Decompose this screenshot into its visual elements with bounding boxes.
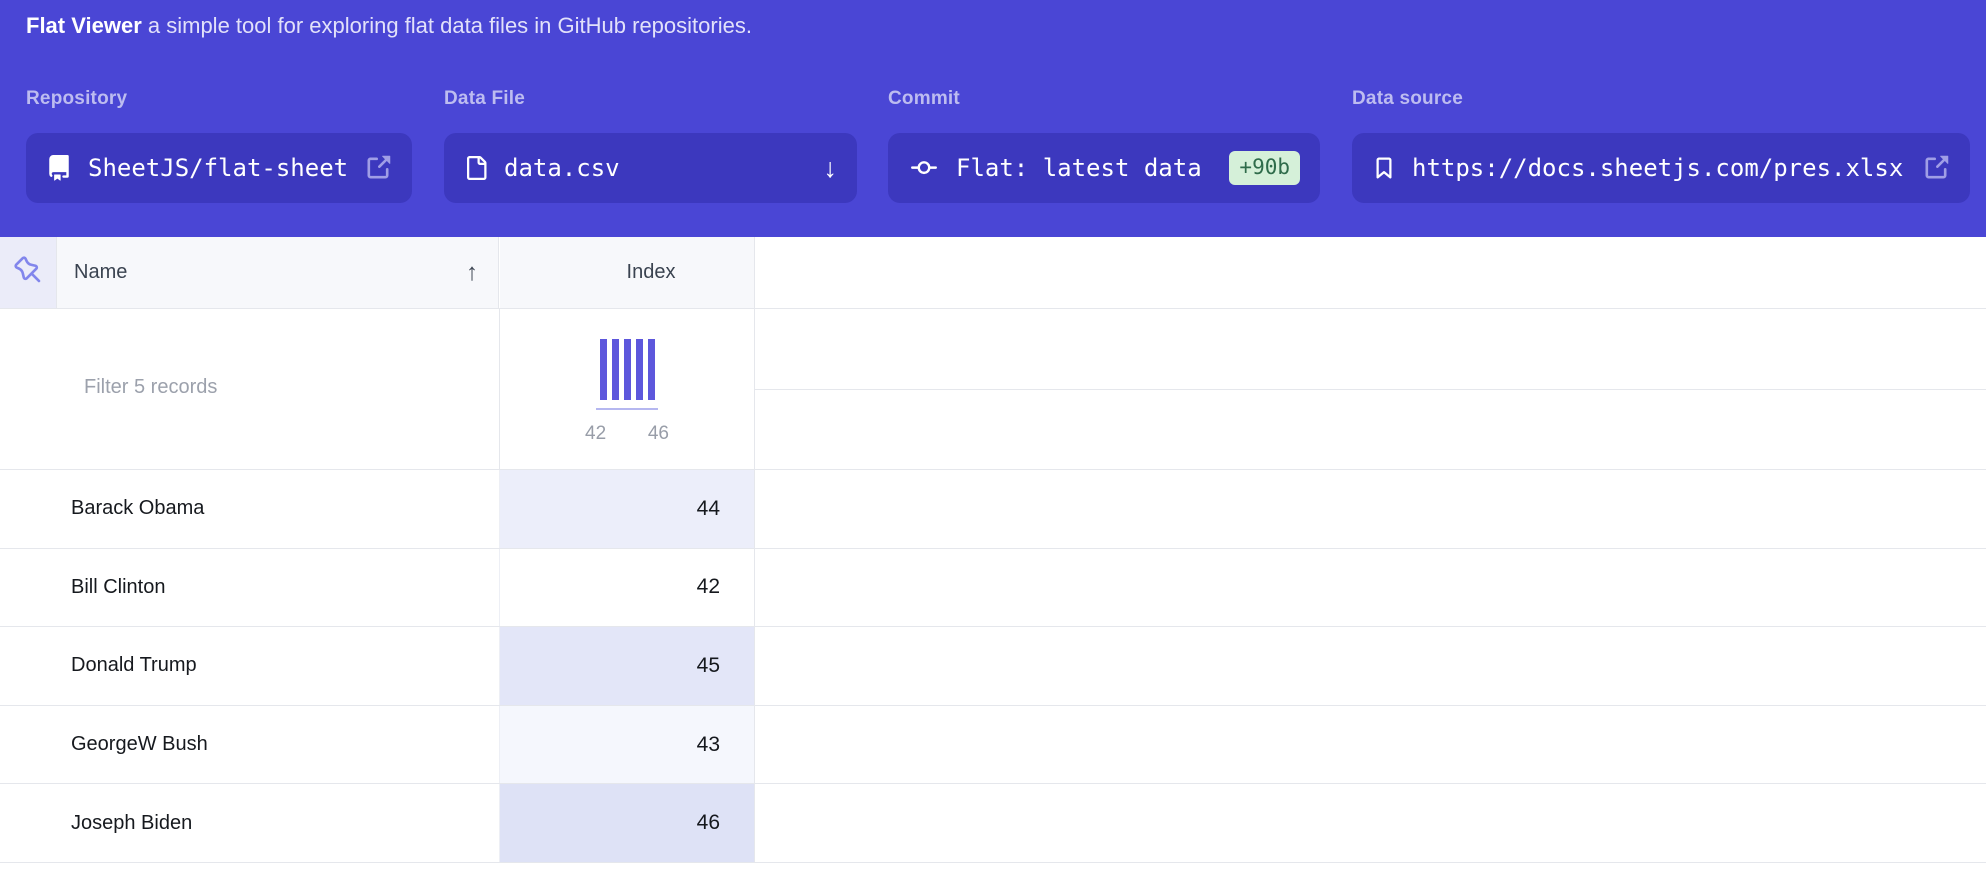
data-source-button[interactable]: https://docs.sheetjs.com/pres.xlsx xyxy=(1352,133,1970,203)
commit-button[interactable]: Flat: latest data +90b xyxy=(888,133,1320,203)
commit-message: Flat: latest data xyxy=(956,154,1202,182)
table-row: Joseph Biden 46 xyxy=(0,784,1986,863)
pushpin-icon xyxy=(14,256,42,289)
index-cell: 43 xyxy=(499,706,755,784)
index-cell: 42 xyxy=(499,549,755,627)
filter-input[interactable] xyxy=(82,365,442,409)
repository-label: Repository xyxy=(26,88,412,110)
table-row: Bill Clinton 42 xyxy=(0,549,1986,628)
repository-control: Repository SheetJS/flat-sheet xyxy=(26,88,412,203)
app-tagline: a simple tool for exploring flat data fi… xyxy=(142,13,752,38)
name-cell: Joseph Biden xyxy=(71,784,192,862)
data-source-control: Data source https://docs.sheetjs.com/pre… xyxy=(1352,88,1970,203)
bookmark-icon xyxy=(1372,155,1396,181)
table-row: Barack Obama 44 xyxy=(0,470,1986,549)
data-file-label: Data File xyxy=(444,88,857,110)
flat-viewer-app: Flat Viewer a simple tool for exploring … xyxy=(0,0,1986,888)
sticky-column-toggle[interactable] xyxy=(0,237,57,308)
histogram-min-label: 42 xyxy=(585,423,606,445)
index-cell: 46 xyxy=(499,784,755,862)
column-header-name[interactable]: Name ↑ xyxy=(57,237,499,308)
diffstat-badge: +90b xyxy=(1229,151,1300,185)
repository-value: SheetJS/flat-sheet xyxy=(88,154,348,182)
sort-ascending-icon: ↑ xyxy=(466,261,478,285)
repo-icon xyxy=(46,155,72,181)
name-cell: Barack Obama xyxy=(71,470,204,548)
column-header-index[interactable]: Index xyxy=(500,237,755,308)
data-file-value: data.csv xyxy=(504,154,620,182)
name-cell: Donald Trump xyxy=(71,627,197,705)
commit-control: Commit Flat: latest data +90b xyxy=(888,88,1320,203)
app-name: Flat Viewer xyxy=(26,13,142,38)
topbar: Flat Viewer a simple tool for exploring … xyxy=(0,0,1986,237)
file-icon xyxy=(464,155,488,181)
index-histogram[interactable]: 42 46 xyxy=(500,309,754,469)
index-cell: 45 xyxy=(499,627,755,705)
name-cell: GeorgeW Bush xyxy=(71,706,208,784)
external-link-icon xyxy=(364,154,392,182)
table-header-row: Name ↑ Index xyxy=(0,237,1986,309)
page-title: Flat Viewer a simple tool for exploring … xyxy=(26,13,752,39)
histogram-max-label: 46 xyxy=(648,423,669,445)
dropdown-down-arrow-icon: ↓ xyxy=(824,155,838,182)
name-cell: Bill Clinton xyxy=(71,549,165,627)
data-source-label: Data source xyxy=(1352,88,1970,110)
data-file-control: Data File data.csv ↓ xyxy=(444,88,857,203)
filler-divider xyxy=(755,389,1986,390)
commit-label: Commit xyxy=(888,88,1320,110)
external-link-icon xyxy=(1922,154,1950,182)
table-body: Barack Obama 44 Bill Clinton 42 Donald T… xyxy=(0,470,1986,863)
data-table: Name ↑ Index 42 46 Barack Oba xyxy=(0,237,1986,888)
histogram-baseline xyxy=(596,408,658,410)
index-cell: 44 xyxy=(499,470,755,548)
data-file-button[interactable]: data.csv ↓ xyxy=(444,133,857,203)
data-source-url: https://docs.sheetjs.com/pres.xlsx xyxy=(1412,154,1903,182)
table-row: GeorgeW Bush 43 xyxy=(0,706,1986,785)
repository-button[interactable]: SheetJS/flat-sheet xyxy=(26,133,412,203)
table-row: Donald Trump 45 xyxy=(0,627,1986,706)
index-histogram-bars xyxy=(600,339,655,400)
git-commit-icon xyxy=(908,155,940,181)
